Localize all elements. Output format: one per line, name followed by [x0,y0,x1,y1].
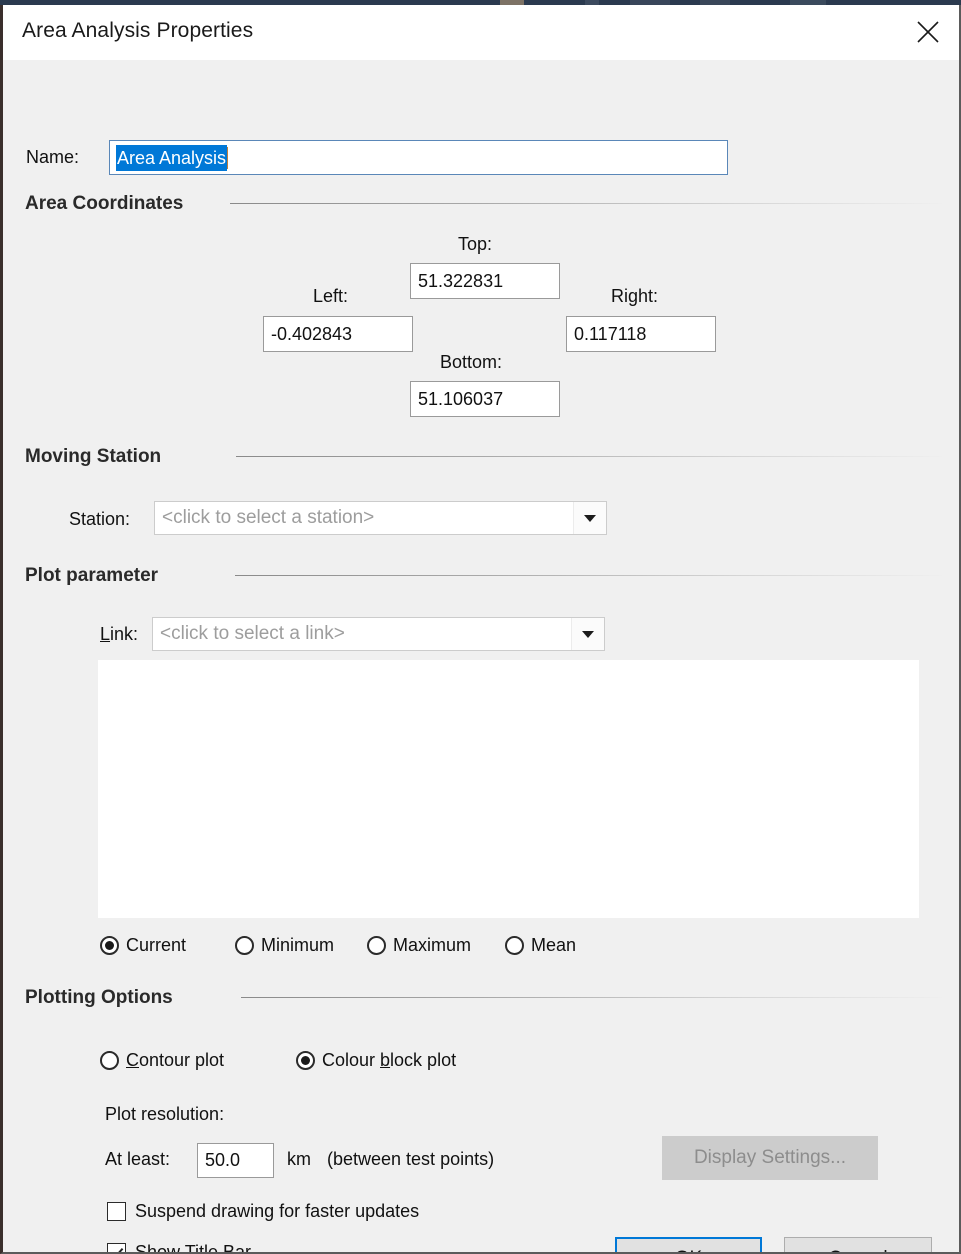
group-divider [230,203,942,204]
group-divider [236,456,942,457]
left-label: Left: [313,286,349,306]
plot-parameter-list[interactable] [98,660,919,918]
group-title-plotting-options: Plotting Options [25,987,173,1008]
plot-resolution-input[interactable]: 50.0 [197,1143,274,1178]
radio-label-rest: lock plot [390,1050,457,1070]
radio-mean[interactable]: Mean [505,935,576,956]
bottom-coordinate-input[interactable]: 51.106037 [410,381,560,417]
station-dropdown-button[interactable] [573,502,606,534]
link-label: Link: [100,624,138,645]
resolution-note-label: (between test points) [327,1149,495,1169]
close-button[interactable] [897,5,959,59]
link-select[interactable]: <click to select a link> [152,617,605,651]
group-divider [235,575,942,576]
radio-label: Minimum [261,935,335,955]
checkbox-indicator [107,1243,126,1252]
title-bar: Area Analysis Properties [3,5,959,60]
radio-label-rest: ontour plot [139,1050,225,1070]
radio-label-mnemonic: b [380,1050,391,1070]
checkbox-suspend-drawing[interactable]: Suspend drawing for faster updates [107,1201,419,1222]
link-dropdown-button[interactable] [571,618,604,650]
chevron-down-icon [582,630,594,638]
top-coordinate-input[interactable]: 51.322831 [410,263,560,299]
checkbox-label: Suspend drawing for faster updates [135,1201,420,1221]
radio-contour-plot[interactable]: Contour plot [100,1050,224,1071]
chevron-down-icon [584,514,596,522]
radio-indicator [100,936,119,955]
name-input[interactable]: Area Analysis [109,140,728,175]
text-caret [227,146,229,169]
station-select-placeholder: <click to select a station> [162,507,375,528]
close-icon [915,19,941,45]
left-coordinate-input[interactable]: -0.402843 [263,316,413,352]
name-label: Name: [26,147,80,167]
top-label: Top: [458,234,493,254]
dialog-body: Name: Area Analysis Area Coordinates Top… [3,60,959,1254]
plot-resolution-header: Plot resolution: [105,1104,225,1124]
radio-indicator [100,1051,119,1070]
right-label: Right: [611,286,659,306]
radio-label: Colour block plot [322,1050,456,1071]
radio-label-prefix: Colour [322,1050,381,1070]
group-title-plot-parameter: Plot parameter [25,565,159,586]
bottom-label: Bottom: [440,352,503,372]
name-input-value: Area Analysis [116,144,228,171]
group-divider [241,997,942,998]
resolution-unit-label: km [287,1149,311,1169]
ok-button[interactable]: OK [615,1237,762,1252]
radio-colour-block-plot[interactable]: Colour block plot [296,1050,456,1071]
link-label-mnemonic: L [100,624,111,644]
radio-indicator [296,1051,315,1070]
checkbox-indicator [107,1202,126,1221]
window-title: Area Analysis Properties [22,19,254,42]
station-select[interactable]: <click to select a station> [154,501,607,535]
cancel-button[interactable]: Cancel [784,1237,932,1252]
area-analysis-properties-dialog: Area Analysis Properties Name: Area Anal… [0,5,961,1254]
radio-indicator [235,936,254,955]
group-title-area-coordinates: Area Coordinates [25,193,184,214]
radio-label: Maximum [393,935,472,955]
display-settings-button[interactable]: Display Settings... [662,1136,878,1180]
right-coordinate-input[interactable]: 0.117118 [566,316,716,352]
radio-indicator [367,936,386,955]
station-label: Station: [69,509,131,529]
radio-label: Contour plot [126,1050,224,1071]
radio-minimum[interactable]: Minimum [235,935,334,956]
radio-label: Current [126,935,187,955]
radio-indicator [505,936,524,955]
radio-label-mnemonic: C [126,1050,139,1070]
link-label-rest: ink: [110,624,139,644]
checkbox-label: Show Title Bar [135,1242,252,1254]
radio-label: Mean [531,935,577,955]
radio-maximum[interactable]: Maximum [367,935,471,956]
radio-current[interactable]: Current [100,935,186,956]
checkbox-show-title-bar[interactable]: Show Title Bar [107,1242,252,1254]
at-least-label: At least: [105,1149,171,1169]
link-select-placeholder: <click to select a link> [160,623,345,644]
group-title-moving-station: Moving Station [25,446,162,467]
